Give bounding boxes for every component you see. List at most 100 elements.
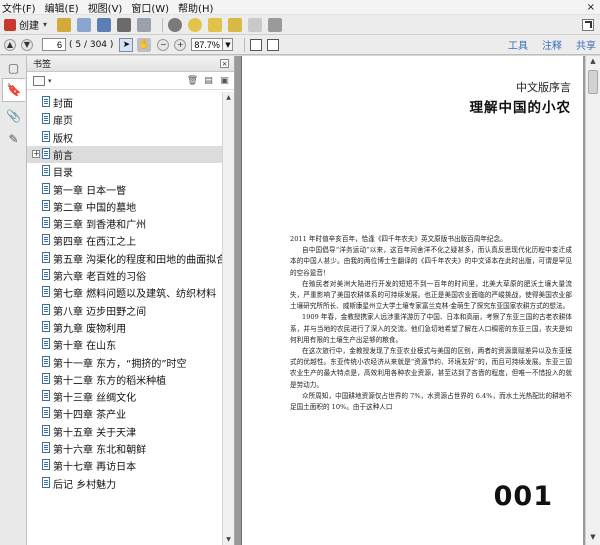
bookmark-item[interactable]: 第五章 沟渠化的程度和田地的曲面拟合: [27, 250, 223, 267]
zoom-out-icon[interactable]: −: [157, 38, 170, 51]
arrow-up-icon[interactable]: ▲: [4, 38, 16, 51]
attachments-icon[interactable]: 📎: [6, 108, 21, 123]
save-icon[interactable]: [97, 17, 112, 32]
bookmark-item[interactable]: 版权: [27, 129, 223, 146]
scroll-thumb[interactable]: [588, 70, 598, 94]
menu-file[interactable]: 文件(F): [2, 0, 36, 15]
email-icon[interactable]: [137, 17, 152, 32]
bookmark-item[interactable]: 第八章 迈步田野之间: [27, 302, 223, 319]
page-number-input[interactable]: [42, 38, 66, 51]
bookmark-item[interactable]: 后记 乡村魅力: [27, 475, 223, 492]
folder-open-icon[interactable]: [57, 17, 72, 32]
bookmark-page-icon: [42, 476, 50, 488]
scroll-down-icon[interactable]: ▼: [588, 533, 598, 543]
bookmark-page-icon: [42, 286, 50, 298]
gear-icon[interactable]: [168, 17, 183, 32]
create-button[interactable]: 创建 ▾: [4, 17, 47, 32]
bookmark-page-icon: [42, 390, 50, 402]
bookmark-page-icon: [42, 251, 50, 263]
signatures-icon[interactable]: ✎: [7, 131, 20, 146]
bookmark-page-icon: [42, 320, 50, 332]
options-icon[interactable]: [33, 75, 45, 86]
bookmark-item[interactable]: 第七章 燃料问题以及建筑、纺织材料: [27, 284, 223, 301]
expand-plus-icon[interactable]: +: [32, 149, 40, 158]
document-scrollbar[interactable]: ▲ ▼: [585, 56, 600, 545]
comment-bubble-icon[interactable]: [188, 17, 203, 32]
expand-bookmark-icon[interactable]: ▣: [219, 75, 230, 86]
bookmark-item[interactable]: 第二章 中国的墓地: [27, 198, 223, 215]
bookmark-page-icon: [42, 130, 50, 142]
select-cursor-icon[interactable]: ➤: [119, 37, 134, 52]
scroll-up-icon[interactable]: ▲: [223, 92, 234, 103]
paragraph: 众所周知，中国耕地资源仅占世界的 7%，水资源占世界的 6.4%，而水土光热配比…: [290, 391, 572, 412]
zoom-input[interactable]: [191, 38, 224, 51]
page-thumbnails-icon[interactable]: ▢: [7, 60, 20, 75]
bookmark-item[interactable]: 第六章 老百姓的习俗: [27, 267, 223, 284]
preface-heading: 中文版序言: [516, 81, 571, 94]
menu-view[interactable]: 视图(V): [88, 0, 123, 15]
bookmark-item[interactable]: 扉页: [27, 111, 223, 128]
attach-icon[interactable]: [248, 17, 263, 32]
delete-bookmark-icon[interactable]: 🗑: [187, 75, 198, 86]
bookmarks-icon[interactable]: 🔖: [2, 78, 25, 102]
create-pdf-icon: [4, 18, 16, 31]
settings-document-icon[interactable]: [77, 17, 92, 32]
highlight-icon[interactable]: [228, 17, 243, 32]
bookmark-item[interactable]: 第十五章 关于天津: [27, 423, 223, 440]
bookmark-item[interactable]: 第九章 废物利用: [27, 319, 223, 336]
bookmark-item[interactable]: + 前言: [27, 145, 223, 163]
close-panel-icon[interactable]: ×: [220, 59, 229, 68]
bookmarks-scrollbar[interactable]: ▲ ▼: [222, 92, 234, 545]
bookmark-page-icon: [42, 96, 50, 107]
bookmark-label: 第十章 在山东: [53, 341, 117, 353]
close-document-icon[interactable]: ×: [587, 2, 595, 13]
bookmark-list: 封面 扉页版权 + 前言目录 第一章 日本一瞥第二章 中国的墓地 第三章 到香港和广州 第四…: [27, 92, 223, 545]
hand-tool-icon[interactable]: ✋: [137, 37, 152, 52]
bookmark-page-icon: [42, 269, 50, 280]
bookmark-item[interactable]: 第十一章 东方，“拥挤的”时空: [27, 354, 223, 371]
share-icon[interactable]: [268, 17, 283, 32]
bookmark-page-icon: [42, 424, 50, 436]
expand-icon[interactable]: [582, 18, 594, 31]
menu-help[interactable]: 帮助(H): [178, 0, 213, 15]
toolbar-divider: [244, 37, 246, 52]
bookmark-item[interactable]: 第四章 在西江之上: [27, 232, 223, 249]
bookmark-item[interactable]: 目录: [27, 163, 223, 180]
bookmark-item[interactable]: 第十六章 东北和朝鲜: [27, 440, 223, 457]
fit-width-icon[interactable]: [267, 38, 280, 51]
zoom-dropdown-icon[interactable]: ▼: [223, 38, 234, 51]
fit-page-icon[interactable]: [250, 38, 263, 51]
tools-link[interactable]: 工具: [508, 37, 528, 52]
bookmark-item[interactable]: 第十四章 茶产业: [27, 405, 223, 422]
scroll-down-icon[interactable]: ▼: [223, 534, 234, 545]
scroll-up-icon[interactable]: ▲: [588, 57, 598, 67]
bookmark-label: 第十六章 东北和朝鲜: [53, 445, 147, 456]
bookmark-label: 版权: [53, 133, 73, 145]
menu-edit[interactable]: 编辑(E): [45, 0, 79, 15]
share-link[interactable]: 共享: [576, 37, 596, 52]
paragraph: 1909 年春，金教授携家人远涉重洋游历了中国、日本和高丽，考察了东亚三国的古老…: [290, 313, 572, 344]
bookmark-item[interactable]: 第十三章 丝绸文化: [27, 388, 223, 405]
print-icon[interactable]: [117, 17, 132, 32]
menu-window[interactable]: 窗口(W): [131, 0, 169, 15]
new-bookmark-icon[interactable]: ▤: [203, 75, 214, 86]
bookmark-item[interactable]: 第一章 日本一瞥: [27, 181, 223, 198]
bookmark-item[interactable]: 第十章 在山东: [27, 336, 223, 353]
bookmark-item[interactable]: 第十七章 再访日本: [27, 457, 223, 474]
arrow-down-icon[interactable]: ▼: [21, 38, 33, 51]
bookmark-label: 第二章 中国的墓地: [53, 202, 137, 214]
bookmark-item[interactable]: 第十二章 东方的稻米种植: [27, 371, 223, 388]
preface-body: 2011 年时值辛亥百年，恰逢《四千年农夫》英文原版书出版百周年纪念。 自中国倡…: [290, 234, 572, 413]
chevron-down-icon[interactable]: ▾: [48, 77, 52, 85]
bookmark-page-icon: [42, 147, 50, 159]
bookmark-label: 目录: [53, 168, 73, 180]
bookmark-actions: 🗑 ▤ ▣: [182, 75, 230, 86]
bookmark-label: 第十七章 再访日本: [53, 462, 137, 474]
comment-link[interactable]: 注释: [542, 37, 562, 52]
sticky-note-icon[interactable]: [208, 17, 223, 32]
bookmark-item[interactable]: 封面: [27, 94, 223, 111]
document-viewport[interactable]: 中文版序言 理解中国的小农 2011 年时值辛亥百年，恰逢《四千年农夫》英文原版…: [235, 56, 585, 545]
bookmark-item[interactable]: 第三章 到香港和广州: [27, 215, 223, 232]
zoom-in-icon[interactable]: +: [174, 38, 187, 51]
bookmark-label: 第十三章 丝绸文化: [53, 393, 137, 405]
